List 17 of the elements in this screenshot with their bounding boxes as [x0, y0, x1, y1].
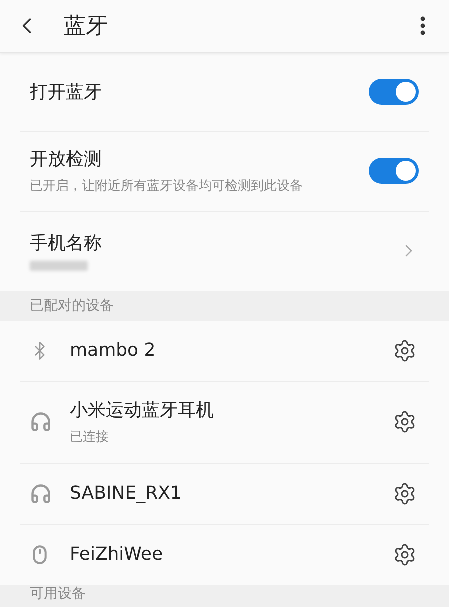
page-title: 蓝牙	[64, 12, 109, 41]
setting-label: 开放检测	[30, 148, 103, 172]
device-status: 已连接	[70, 429, 110, 446]
headphones-icon	[30, 482, 52, 505]
headphones-icon	[30, 411, 52, 434]
section-header: 可用设备	[30, 585, 86, 604]
toggle-switch[interactable]	[369, 158, 419, 184]
device-name: mambo 2	[70, 340, 157, 362]
device-name: SABINE_RX1	[70, 483, 183, 504]
device-name: FeiZhiWee	[70, 544, 164, 566]
setting-description: 已开启，让附近所有蓝牙设备均可检测到此设备	[30, 178, 304, 196]
toggle-switch[interactable]	[369, 78, 419, 105]
setting-label: 打开蓝牙	[30, 80, 103, 104]
setting-label: 手机名称	[30, 232, 103, 256]
section-header: 已配对的设备	[30, 296, 114, 315]
device-name: 小米运动蓝牙耳机	[70, 399, 215, 422]
mouse-icon	[30, 544, 50, 565]
